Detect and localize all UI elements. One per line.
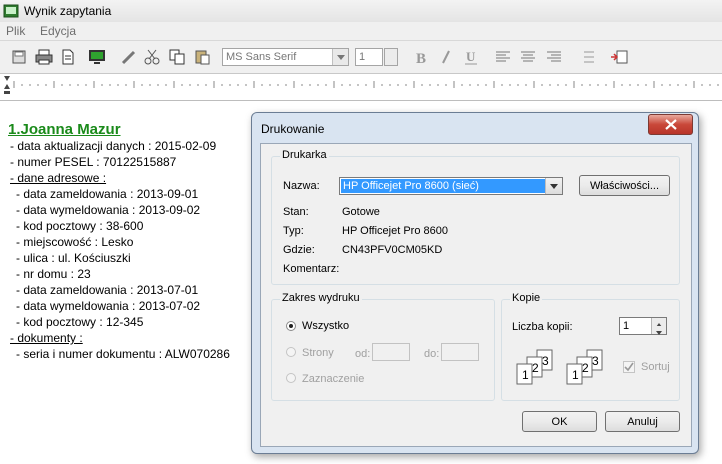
checkmark-icon (624, 362, 634, 372)
list-icon[interactable] (578, 46, 600, 68)
to-label: do: (424, 348, 440, 360)
print-dialog: Drukowanie Drukarka Nazwa: HP Officejet … (251, 112, 699, 454)
align-left-icon[interactable] (492, 46, 514, 68)
svg-text:1: 1 (522, 368, 529, 382)
dialog-body: Drukarka Nazwa: HP Officejet Pro 8600 (s… (260, 143, 692, 447)
person-heading: 1.Joanna Mazur (8, 121, 121, 138)
window-title-bar: Wynik zapytania (0, 0, 722, 23)
spin-down-icon[interactable] (651, 326, 666, 335)
doc-line: - kod pocztowy : 38-600 (16, 219, 144, 233)
collate-checkbox[interactable] (623, 361, 635, 373)
ok-button[interactable]: OK (522, 411, 597, 432)
spin-up-icon[interactable] (651, 318, 666, 327)
doc-line: - numer PESEL : 70122515887 (10, 155, 177, 169)
range-selection-label[interactable]: Zaznaczenie (302, 373, 364, 385)
print-range-label: Zakres wydruku (280, 292, 362, 304)
cancel-button[interactable]: Anuluj (605, 411, 680, 432)
range-all-radio[interactable] (286, 321, 296, 331)
menu-plik[interactable]: Plik (6, 24, 25, 38)
menu-edycja[interactable]: Edycja (40, 24, 76, 38)
svg-text:2: 2 (532, 361, 539, 375)
type-value: HP Officejet Pro 8600 (342, 225, 448, 237)
font-size-spinner[interactable] (384, 48, 398, 66)
properties-button[interactable]: Właściwości... (579, 175, 670, 196)
where-label: Gdzie: (283, 244, 315, 256)
comment-label: Komentarz: (283, 263, 340, 275)
status-value: Gotowe (342, 206, 380, 218)
insert-object-icon[interactable] (608, 46, 630, 68)
bold-icon[interactable]: B (410, 46, 432, 68)
save-icon[interactable] (8, 46, 30, 68)
font-family-select[interactable]: MS Sans Serif (222, 48, 349, 66)
menu-bar: Plik Edycja (0, 22, 722, 41)
doc-section-documents: - dokumenty : (10, 331, 83, 345)
svg-text:U: U (466, 49, 476, 64)
range-selection-radio[interactable] (286, 373, 296, 383)
dialog-title: Drukowanie (261, 122, 325, 136)
where-value: CN43PFV0CM05KD (342, 244, 443, 256)
monitor-icon[interactable] (86, 46, 108, 68)
cut-icon[interactable] (141, 46, 163, 68)
svg-text:2: 2 (582, 361, 589, 375)
align-center-icon[interactable] (517, 46, 539, 68)
doc-line: - data zameldowania : 2013-09-01 (16, 187, 199, 201)
italic-icon[interactable] (435, 46, 457, 68)
doc-line: - ulica : ul. Kościuszki (16, 251, 131, 265)
copies-group-label: Kopie (510, 292, 543, 304)
printer-group-label: Drukarka (280, 149, 329, 161)
chevron-down-icon (545, 178, 562, 194)
doc-line: - data wymeldowania : 2013-09-02 (16, 203, 201, 217)
print-icon[interactable] (33, 46, 55, 68)
type-label: Typ: (283, 225, 304, 237)
chevron-down-icon (332, 49, 348, 65)
copy-icon[interactable] (166, 46, 188, 68)
copies-spinner[interactable]: 1 (619, 317, 667, 335)
ruler (0, 74, 722, 101)
doc-line: - data wymeldowania : 2013-07-02 (16, 299, 201, 313)
underline-icon[interactable]: U (460, 46, 482, 68)
from-label: od: (355, 348, 371, 360)
collate-label[interactable]: Sortuj (641, 361, 670, 373)
svg-text:1: 1 (572, 368, 579, 382)
close-icon (664, 119, 677, 130)
align-right-icon[interactable] (543, 46, 565, 68)
font-size-field[interactable]: 1 (355, 48, 383, 66)
range-pages-label[interactable]: Strony (302, 347, 334, 359)
printer-name-label: Nazwa: (283, 180, 320, 192)
doc-line: - data aktualizacji danych : 2015-02-09 (10, 139, 217, 153)
paste-icon[interactable] (191, 46, 213, 68)
svg-text:3: 3 (542, 354, 549, 368)
doc-line: - kod pocztowy : 12-345 (16, 315, 144, 329)
from-page-input[interactable] (372, 343, 410, 361)
to-page-input[interactable] (441, 343, 479, 361)
pencil-icon[interactable] (117, 46, 139, 68)
printer-name-select[interactable]: HP Officejet Pro 8600 (sieć) (339, 177, 563, 195)
svg-text:3: 3 (592, 354, 599, 368)
doc-section-address: - dane adresowe : (10, 171, 107, 185)
app-icon (3, 3, 19, 19)
status-label: Stan: (283, 206, 309, 218)
window-title: Wynik zapytania (24, 4, 112, 18)
copies-label: Liczba kopii: (512, 321, 573, 333)
doc-line: - miejscowość : Lesko (16, 235, 134, 249)
doc-line: - seria i numer dokumentu : ALW070286 (16, 347, 230, 361)
toolbar: MS Sans Serif 1 B U (0, 41, 722, 74)
doc-line: - data zameldowania : 2013-07-01 (16, 283, 199, 297)
svg-text:B: B (416, 51, 426, 65)
close-button[interactable] (648, 114, 693, 135)
print-preview-icon[interactable] (57, 46, 79, 68)
collate-pages-icon: 3 2 1 3 2 1 (513, 349, 613, 390)
range-pages-radio[interactable] (286, 347, 296, 357)
range-all-label[interactable]: Wszystko (302, 320, 349, 332)
doc-line: - nr domu : 23 (16, 267, 91, 281)
